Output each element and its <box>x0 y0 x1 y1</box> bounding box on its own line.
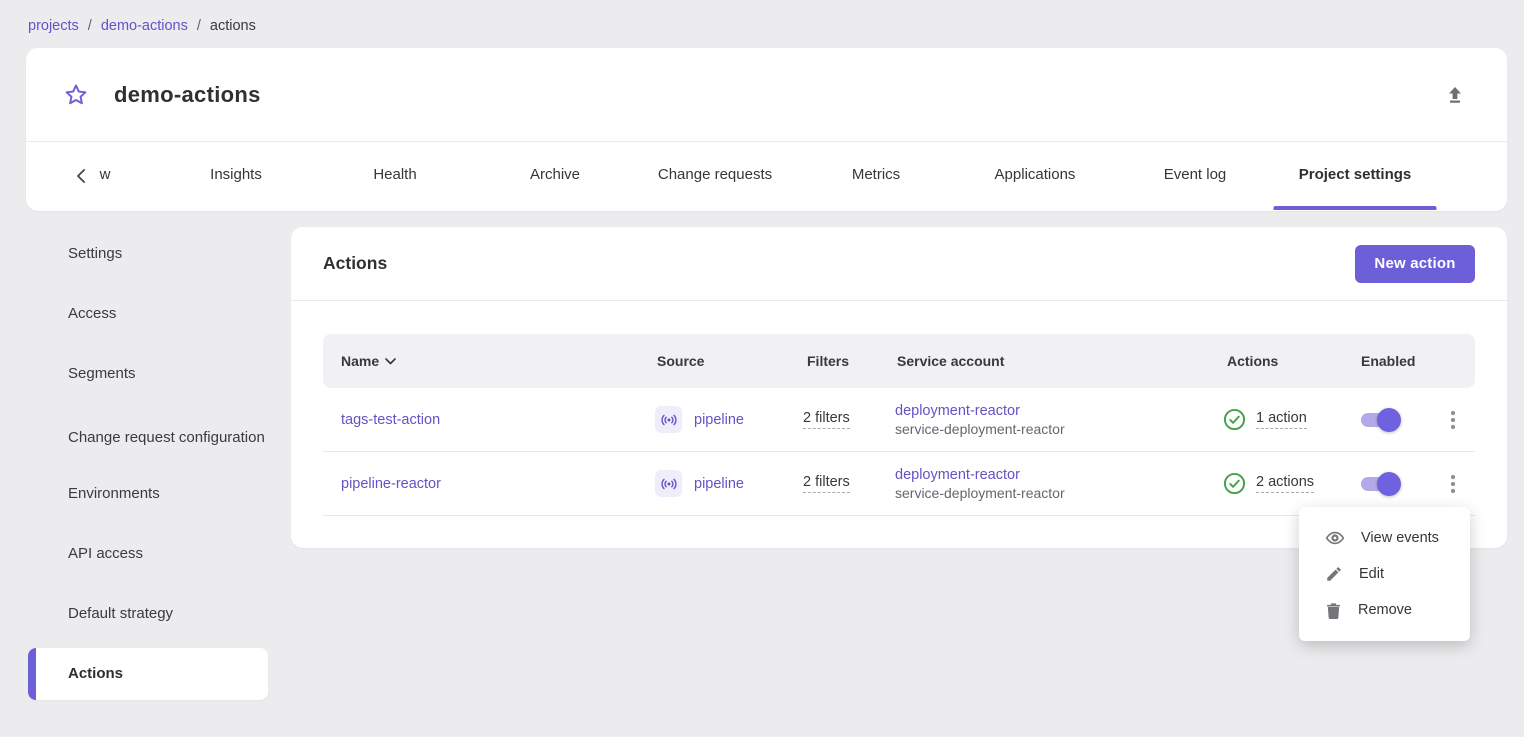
tab-overview-partial[interactable]: w <box>100 142 111 206</box>
star-outline-icon <box>63 82 89 108</box>
breadcrumb-separator: / <box>88 18 92 34</box>
sidebar-item-actions[interactable]: Actions <box>28 648 268 700</box>
menu-item-remove[interactable]: Remove <box>1299 592 1470 628</box>
breadcrumb: projects / demo-actions / actions <box>28 18 256 34</box>
actions-table: Name Source Filters Service account Acti… <box>323 334 1475 516</box>
pencil-icon <box>1325 565 1343 583</box>
tab-applications[interactable]: Applications <box>995 142 1076 206</box>
project-header-card: demo-actions w Insights Health Archive C… <box>26 48 1507 211</box>
breadcrumb-demo-actions[interactable]: demo-actions <box>101 18 188 34</box>
sidebar-item-environments[interactable]: Environments <box>28 468 268 520</box>
new-action-button[interactable]: New action <box>1355 245 1475 283</box>
service-account-username: service-deployment-reactor <box>895 421 1065 437</box>
row-context-menu: View events Edit Remove <box>1299 507 1470 641</box>
column-header-enabled: Enabled <box>1343 353 1429 369</box>
actions-count[interactable]: 1 action <box>1256 410 1307 429</box>
menu-item-label: View events <box>1361 530 1439 546</box>
chevron-left-icon <box>75 168 87 184</box>
sidebar-item-change-request-configuration[interactable]: Change request configuration <box>28 408 268 468</box>
actions-count[interactable]: 2 actions <box>1256 474 1314 493</box>
enabled-toggle[interactable] <box>1361 412 1399 428</box>
export-button[interactable] <box>1439 79 1471 111</box>
service-account-link[interactable]: deployment-reactor <box>895 403 1065 419</box>
menu-item-label: Remove <box>1358 602 1412 618</box>
tab-archive[interactable]: Archive <box>530 142 580 206</box>
filters-count[interactable]: 2 filters <box>803 474 850 493</box>
table-row: tags-test-action pipeline 2 filters depl… <box>323 388 1475 452</box>
actions-panel-header: Actions New action <box>291 227 1507 301</box>
actions-panel: Actions New action Name Source Filters S… <box>291 227 1507 548</box>
breadcrumb-separator: / <box>197 18 201 34</box>
action-name-link[interactable]: tags-test-action <box>341 412 440 428</box>
active-tab-indicator <box>1274 206 1437 210</box>
check-circle-icon <box>1223 408 1246 431</box>
action-name-link[interactable]: pipeline-reactor <box>341 476 441 492</box>
menu-item-edit[interactable]: Edit <box>1299 556 1470 592</box>
sidebar-item-api-access[interactable]: API access <box>28 528 268 580</box>
column-header-name-label: Name <box>341 353 379 369</box>
filters-count[interactable]: 2 filters <box>803 410 850 429</box>
tab-change-requests[interactable]: Change requests <box>658 142 772 206</box>
sidebar-item-segments[interactable]: Segments <box>28 348 268 400</box>
menu-item-view-events[interactable]: View events <box>1299 520 1470 556</box>
signal-icon <box>655 470 682 497</box>
service-account-link[interactable]: deployment-reactor <box>895 467 1065 483</box>
panel-title: Actions <box>323 253 387 274</box>
tab-project-settings[interactable]: Project settings <box>1299 142 1412 206</box>
settings-sidebar: Settings Access Segments Change request … <box>28 228 268 708</box>
source-link[interactable]: pipeline <box>694 412 744 428</box>
sidebar-item-access[interactable]: Access <box>28 288 268 340</box>
column-header-name[interactable]: Name <box>323 353 639 369</box>
tab-insights[interactable]: Insights <box>210 142 262 206</box>
column-header-actions: Actions <box>1209 353 1343 369</box>
check-circle-icon <box>1223 472 1246 495</box>
breadcrumb-actions: actions <box>210 18 256 34</box>
tab-event-log[interactable]: Event log <box>1164 142 1227 206</box>
service-account-username: service-deployment-reactor <box>895 485 1065 501</box>
tabs-scroll-left-button[interactable] <box>70 164 92 188</box>
menu-item-label: Edit <box>1359 566 1384 582</box>
column-header-filters: Filters <box>789 353 879 369</box>
project-tabs: w Insights Health Archive Change request… <box>26 142 1507 210</box>
enabled-toggle[interactable] <box>1361 476 1399 492</box>
tab-health[interactable]: Health <box>373 142 416 206</box>
table-header-row: Name Source Filters Service account Acti… <box>323 334 1475 388</box>
tab-metrics[interactable]: Metrics <box>852 142 900 206</box>
source-link[interactable]: pipeline <box>694 476 744 492</box>
upload-icon <box>1445 85 1465 105</box>
row-menu-button[interactable] <box>1439 466 1467 502</box>
page-title: demo-actions <box>114 82 261 108</box>
toggle-thumb <box>1377 472 1401 496</box>
sort-chevron-down-icon <box>385 358 396 365</box>
trash-icon <box>1325 601 1342 620</box>
column-header-source: Source <box>639 353 789 369</box>
sidebar-item-settings[interactable]: Settings <box>28 228 268 280</box>
signal-icon <box>655 406 682 433</box>
column-header-service-account: Service account <box>879 353 1209 369</box>
sidebar-item-default-strategy[interactable]: Default strategy <box>28 588 268 640</box>
eye-icon <box>1325 528 1345 548</box>
toggle-thumb <box>1377 408 1401 432</box>
breadcrumb-projects[interactable]: projects <box>28 18 79 34</box>
favorite-star-button[interactable] <box>62 81 90 109</box>
project-title-row: demo-actions <box>26 48 1507 142</box>
row-menu-button[interactable] <box>1439 402 1467 438</box>
